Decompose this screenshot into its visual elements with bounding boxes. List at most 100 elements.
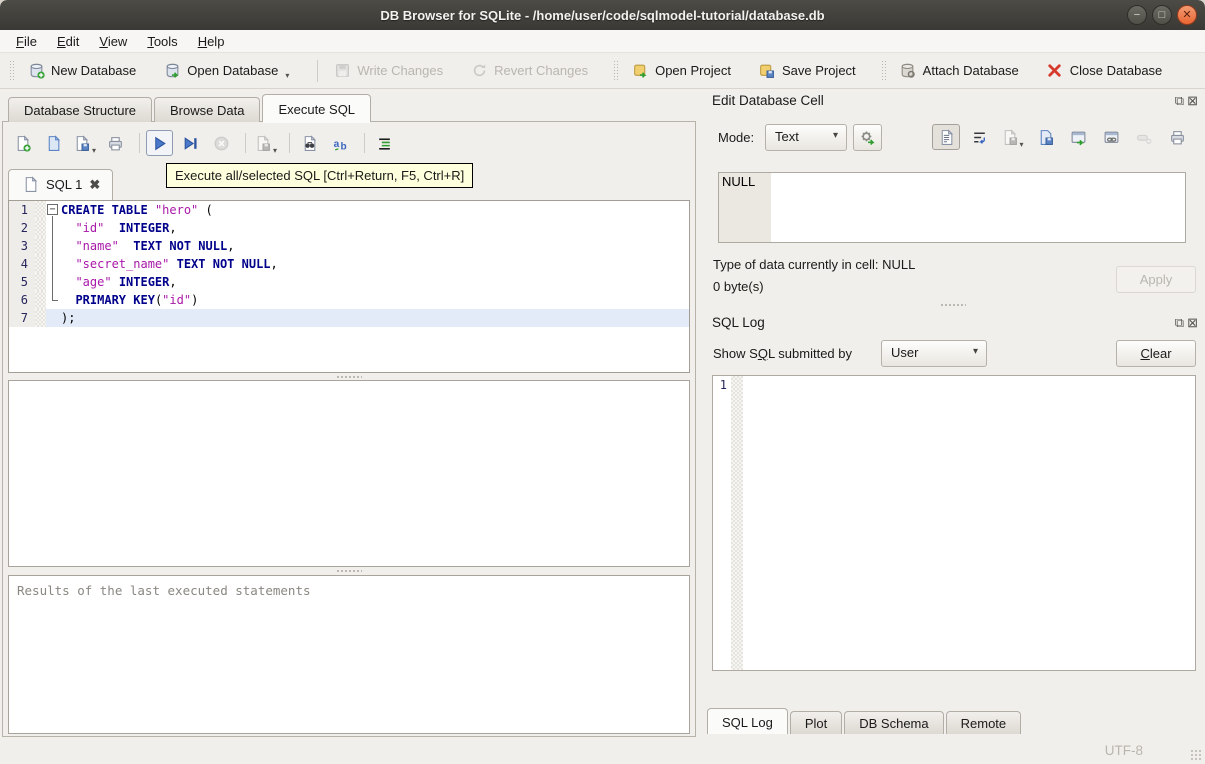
toolbar-separator <box>317 59 319 82</box>
execute-current-line-button[interactable] <box>177 130 204 156</box>
code-text: "name" TEXT NOT NULL, <box>75 239 235 253</box>
open-project-button[interactable]: Open Project <box>624 57 738 85</box>
editor-line[interactable]: 6 PRIMARY KEY("id") <box>9 291 689 309</box>
export-data-button[interactable] <box>1031 124 1059 150</box>
float-panel-icon[interactable]: ⧉ <box>1175 315 1184 331</box>
sql-editor[interactable]: 1− CREATE TABLE "hero" (2 "id" INTEGER, 3 … <box>8 200 690 373</box>
execute-all-icon <box>151 134 169 152</box>
dock-splitter[interactable] <box>700 302 1205 308</box>
cell-mode-combobox[interactable]: Text <box>765 124 847 151</box>
open-sql-file-button[interactable] <box>40 130 67 156</box>
sql-file-tab[interactable]: SQL 1 ✖ <box>8 169 114 200</box>
close-database-button[interactable]: Close Database <box>1039 57 1170 85</box>
chevron-down-icon[interactable]: ▾ <box>285 71 289 80</box>
toolbar-separator <box>364 133 365 153</box>
line-number: 1 <box>9 201 35 219</box>
open-in-external-button[interactable] <box>1064 124 1092 150</box>
results-message-panel: Results of the last executed statements <box>8 575 690 734</box>
sql-log-title: SQL Log <box>712 315 765 330</box>
close-panel-icon[interactable]: ⊠ <box>1187 315 1198 331</box>
menu-file[interactable]: File <box>6 31 47 52</box>
float-panel-icon[interactable]: ⧉ <box>1175 93 1184 109</box>
attach-database-button[interactable]: Attach Database <box>892 57 1026 85</box>
open-url-button[interactable] <box>1097 124 1125 150</box>
close-panel-icon[interactable]: ⊠ <box>1187 93 1198 109</box>
maximize-icon[interactable]: □ <box>1152 5 1172 25</box>
save-project-button[interactable]: Save Project <box>751 57 863 85</box>
tab-database-structure[interactable]: Database Structure <box>8 97 153 122</box>
encoding-indicator: UTF-8 <box>1104 743 1143 758</box>
open-project-label: Open Project <box>655 63 731 78</box>
editor-line[interactable]: 2 "id" INTEGER, <box>9 219 689 237</box>
text-mode-button[interactable] <box>932 124 960 150</box>
toolbar-handle <box>9 59 15 82</box>
cell-toolbar: ▾ <box>932 124 1191 150</box>
editor-line[interactable]: 1− CREATE TABLE "hero" ( <box>9 201 689 219</box>
apply-import-button[interactable] <box>853 124 882 151</box>
sql-file-tab-label: SQL 1 <box>46 177 83 192</box>
main-tab-bar: Database Structure Browse Data Execute SQL <box>8 94 373 123</box>
editor-line[interactable]: 7); <box>9 309 689 327</box>
sql-log-area[interactable]: 1 <box>712 375 1196 671</box>
line-number: 4 <box>9 255 35 273</box>
splitter-handle <box>336 375 362 379</box>
editor-line[interactable]: 5 "age" INTEGER, <box>9 273 689 291</box>
fold-indicator[interactable]: − <box>46 201 61 219</box>
code-text: "secret_name" TEXT NOT NULL, <box>75 257 278 271</box>
menu-help[interactable]: Help <box>188 31 235 52</box>
show-sql-label: Show SQL submitted by <box>713 346 852 361</box>
dock-tab-plot[interactable]: Plot <box>789 711 843 734</box>
new-sql-tab-button[interactable] <box>9 130 36 156</box>
editor-line[interactable]: 3 "name" TEXT NOT NULL, <box>9 237 689 255</box>
save-sql-file-button[interactable]: ▾ <box>71 130 98 156</box>
dock-tab-sql-log[interactable]: SQL Log <box>707 708 788 734</box>
menu-edit[interactable]: Edit <box>47 31 89 52</box>
cell-editor[interactable]: NULL <box>718 172 1186 243</box>
close-icon[interactable]: ✕ <box>1177 5 1197 25</box>
close-tab-icon[interactable]: ✖ <box>89 177 100 193</box>
new-database-icon <box>27 62 45 80</box>
fold-indicator <box>46 219 61 237</box>
clear-button[interactable]: Clear <box>1116 340 1196 367</box>
new-database-button[interactable]: New Database <box>20 57 143 85</box>
fold-margin <box>35 273 46 291</box>
minimize-icon[interactable]: − <box>1127 5 1147 25</box>
open-database-button[interactable]: Open Database ▾ <box>156 57 296 85</box>
menu-tools[interactable]: Tools <box>137 31 187 52</box>
menu-view[interactable]: View <box>89 31 137 52</box>
execute-all-button[interactable] <box>146 130 173 156</box>
fold-margin <box>35 219 46 237</box>
revert-changes-icon <box>470 62 488 80</box>
chevron-down-icon[interactable]: ▾ <box>273 146 277 155</box>
auto-format-button[interactable] <box>371 130 398 156</box>
sql-log-filter-combobox[interactable]: User <box>881 340 987 367</box>
splitter-handle <box>336 569 362 573</box>
edit-cell-header-icons: ⧉ ⊠ <box>1175 93 1198 109</box>
new-tab-icon <box>14 134 32 152</box>
splitter-grid-message[interactable] <box>8 568 690 574</box>
resize-grip[interactable] <box>1190 749 1202 761</box>
code-text: "age" INTEGER, <box>75 275 177 289</box>
dock-tab-db-schema[interactable]: DB Schema <box>844 711 944 734</box>
toolbar-separator <box>289 133 290 153</box>
format-icon <box>376 134 394 152</box>
tab-execute-sql[interactable]: Execute SQL <box>262 94 372 123</box>
stop-icon <box>213 134 231 152</box>
editor-line[interactable]: 4 "secret_name" TEXT NOT NULL, <box>9 255 689 273</box>
word-wrap-button[interactable] <box>965 124 993 150</box>
find-replace-button[interactable] <box>296 130 323 156</box>
line-number: 6 <box>9 291 35 309</box>
fold-indicator <box>46 255 61 273</box>
print-cell-button[interactable] <box>1163 124 1191 150</box>
log-line-number: 1 <box>719 378 727 392</box>
attach-database-icon <box>899 62 917 80</box>
revert-changes-label: Revert Changes <box>494 63 589 78</box>
tab-browse-data[interactable]: Browse Data <box>154 97 261 122</box>
printf-icon: ab <box>332 134 350 152</box>
sql-log-header-icons: ⧉ ⊠ <box>1175 315 1198 331</box>
print-sql-button[interactable] <box>102 130 129 156</box>
printf-toggle-button[interactable]: ab <box>327 130 354 156</box>
chevron-down-icon[interactable]: ▾ <box>92 146 96 155</box>
dock-tab-remote[interactable]: Remote <box>945 711 1022 734</box>
text-mode-icon <box>937 128 955 146</box>
